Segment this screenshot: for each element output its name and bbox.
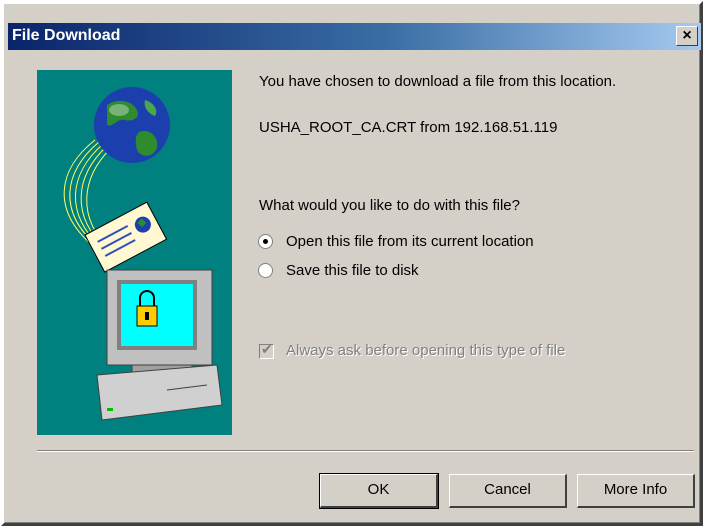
more-info-button[interactable]: More Info	[577, 474, 695, 508]
close-button[interactable]: ×	[676, 26, 698, 46]
radio-selected-dot	[263, 239, 268, 244]
document-icon	[84, 201, 168, 273]
title-bar[interactable]: File Download ×	[8, 23, 701, 50]
globe-icon	[94, 87, 170, 163]
always-ask-checkbox[interactable]: ✔	[259, 341, 274, 359]
checkmark-icon: ✔	[261, 341, 273, 357]
ok-button[interactable]: OK	[319, 473, 439, 509]
save-file-radio[interactable]	[258, 263, 273, 278]
always-ask-label[interactable]: Always ask before opening this type of f…	[286, 342, 565, 359]
question-text: What would you like to do with this file…	[259, 197, 520, 214]
download-illustration-graphic	[63, 87, 223, 421]
save-file-label[interactable]: Save this file to disk	[286, 262, 419, 279]
message-location: You have chosen to download a file from …	[259, 73, 617, 90]
separator	[37, 450, 694, 452]
cancel-button[interactable]: Cancel	[449, 474, 567, 508]
file-name: USHA_ROOT_CA.CRT from 192.168.51.119	[259, 119, 558, 136]
open-file-radio[interactable]	[258, 234, 273, 249]
close-icon: ×	[682, 27, 692, 44]
download-illustration	[37, 70, 232, 435]
open-file-label[interactable]: Open this file from its current location	[286, 233, 534, 250]
window-title: File Download	[12, 27, 121, 44]
computer-icon	[96, 269, 223, 421]
